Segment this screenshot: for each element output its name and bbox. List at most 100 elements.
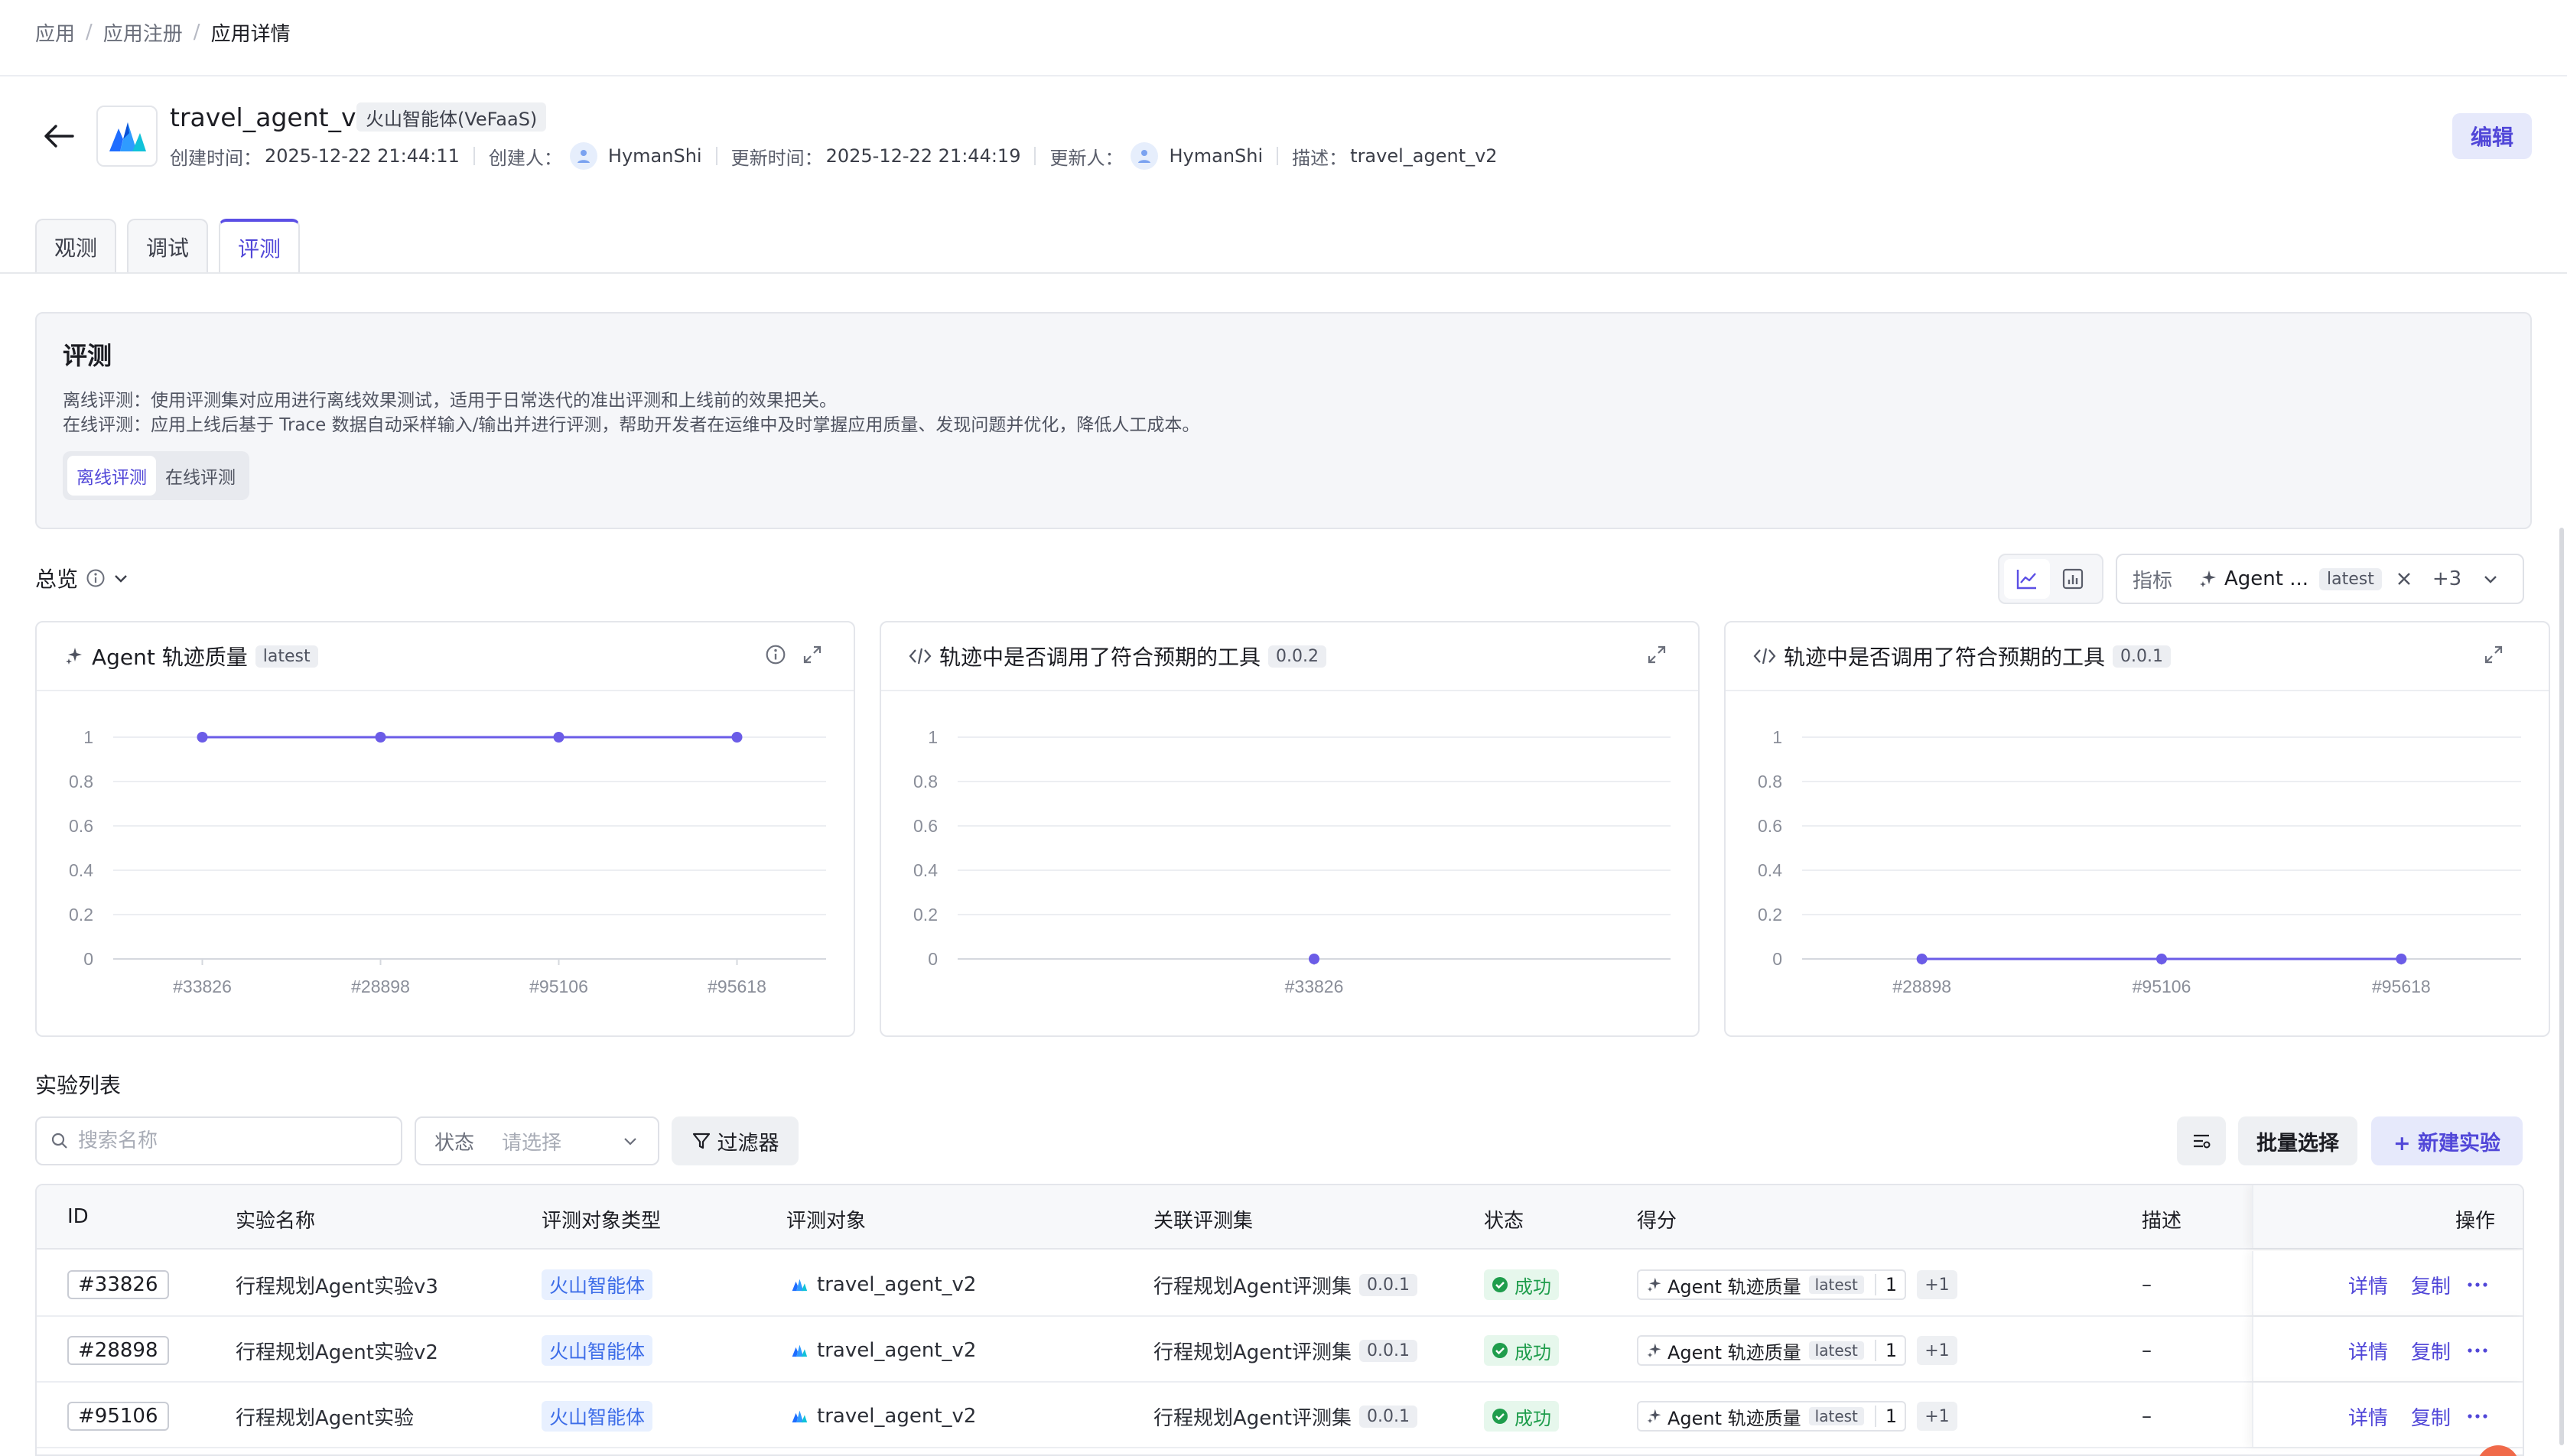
created-time: 2025-12-22 21:44:11 bbox=[265, 145, 460, 167]
status-select[interactable]: 状态 请选择 bbox=[415, 1116, 659, 1165]
experiment-id[interactable]: #95106 bbox=[67, 1402, 169, 1431]
tab-observe[interactable]: 观测 bbox=[35, 219, 116, 274]
score-more-tag[interactable]: +1 bbox=[1917, 1402, 1957, 1431]
target-name[interactable]: travel_agent_v2 bbox=[817, 1273, 976, 1296]
metric-select[interactable]: 指标 Agent ... latest +3 bbox=[2116, 554, 2524, 604]
chevron-down-icon bbox=[115, 575, 127, 583]
page-scrollbar[interactable] bbox=[2559, 528, 2564, 1445]
offline-eval-option[interactable]: 离线评测 bbox=[67, 456, 156, 496]
expand-icon[interactable] bbox=[802, 644, 823, 665]
user-icon bbox=[577, 150, 590, 163]
more-icon[interactable] bbox=[2466, 1413, 2489, 1419]
target-type-tag: 火山智能体 bbox=[542, 1269, 653, 1300]
x-tick-label: #95106 bbox=[2133, 977, 2191, 996]
check-circle-icon bbox=[1492, 1343, 1508, 1358]
table-row[interactable]: #28898 行程规划Agent实验v2 火山智能体 travel_agent_… bbox=[37, 1317, 2523, 1383]
check-circle-icon bbox=[1492, 1409, 1508, 1424]
chart-title: 轨迹中是否调用了符合预期的工具 bbox=[939, 645, 1261, 670]
volcano-logo-icon bbox=[792, 1410, 808, 1423]
score-more-tag[interactable]: +1 bbox=[1917, 1270, 1957, 1299]
copy-link[interactable]: 复制 bbox=[2411, 1402, 2451, 1431]
metric-more-count: +3 bbox=[2432, 567, 2462, 590]
chart-version-tag: 0.0.1 bbox=[2113, 645, 2171, 668]
check-circle-icon bbox=[1492, 1277, 1508, 1292]
volcano-logo-icon bbox=[792, 1279, 808, 1292]
column-header-dataset: 关联评测集 bbox=[1153, 1210, 1254, 1233]
score-value: 1 bbox=[1874, 1406, 1897, 1427]
more-icon[interactable] bbox=[2466, 1347, 2489, 1354]
copy-link[interactable]: 复制 bbox=[2411, 1271, 2451, 1299]
batch-select-button[interactable]: 批量选择 bbox=[2238, 1116, 2357, 1165]
column-header-description: 描述 bbox=[2142, 1210, 2182, 1233]
more-icon[interactable] bbox=[2466, 1282, 2489, 1288]
detail-link[interactable]: 详情 bbox=[2348, 1402, 2388, 1431]
score-metric-name: Agent 轨迹质量 bbox=[1667, 1407, 1801, 1429]
app-meta-row: 创建时间： 2025-12-22 21:44:11 创建人： HymanShi … bbox=[170, 141, 1498, 171]
expand-icon[interactable] bbox=[1646, 644, 1667, 665]
breadcrumb-item-registry[interactable]: 应用注册 bbox=[103, 18, 183, 47]
chart-version-tag: latest bbox=[255, 645, 318, 668]
expand-icon[interactable] bbox=[2483, 644, 2504, 665]
experiment-description: – bbox=[2142, 1405, 2152, 1428]
code-icon bbox=[909, 648, 932, 665]
updater-avatar bbox=[1131, 142, 1159, 170]
chevron-down-icon bbox=[2484, 576, 2497, 583]
edit-button[interactable]: 编辑 bbox=[2452, 113, 2532, 159]
experiment-id[interactable]: #28898 bbox=[67, 1336, 169, 1365]
data-point bbox=[2396, 954, 2407, 964]
target-name[interactable]: travel_agent_v2 bbox=[817, 1339, 976, 1362]
status-text: 成功 bbox=[1514, 1276, 1551, 1298]
eval-mode-switch: 离线评测 在线评测 bbox=[63, 451, 249, 500]
new-experiment-button[interactable]: + 新建实验 bbox=[2371, 1116, 2523, 1165]
overview-header[interactable]: 总览 bbox=[35, 563, 130, 593]
tab-debug[interactable]: 调试 bbox=[127, 219, 208, 274]
detail-link[interactable]: 详情 bbox=[2348, 1271, 2388, 1299]
operations-column-header: 操作 bbox=[2252, 1185, 2523, 1248]
online-eval-option[interactable]: 在线评测 bbox=[156, 456, 245, 496]
dataset-name[interactable]: 行程规划Agent评测集 bbox=[1153, 1402, 1352, 1431]
volcano-logo-icon bbox=[109, 122, 146, 151]
column-header-status: 状态 bbox=[1484, 1210, 1524, 1233]
updated-time-label: 更新时间： bbox=[730, 147, 823, 169]
dataset-name[interactable]: 行程规划Agent评测集 bbox=[1153, 1337, 1352, 1365]
bar-chart-view-button[interactable] bbox=[2050, 559, 2096, 599]
target-name[interactable]: travel_agent_v2 bbox=[817, 1405, 976, 1428]
target-type-tag: 火山智能体 bbox=[542, 1401, 653, 1432]
table-row[interactable]: #95106 行程规划Agent实验 火山智能体 travel_agent_v2… bbox=[37, 1383, 2523, 1448]
close-icon[interactable] bbox=[2394, 569, 2414, 589]
column-header-target-type: 评测对象类型 bbox=[542, 1210, 662, 1233]
dataset-name[interactable]: 行程规划Agent评测集 bbox=[1153, 1271, 1352, 1299]
status-badge: 成功 bbox=[1484, 1269, 1559, 1300]
back-button[interactable] bbox=[40, 119, 78, 153]
online-eval-description: 在线评测：应用上线后基于 Trace 数据自动采样输入/输出并进行评测，帮助开发… bbox=[63, 415, 1200, 435]
column-settings-button[interactable] bbox=[2177, 1116, 2226, 1165]
tab-evaluate[interactable]: 评测 bbox=[219, 219, 300, 274]
breadcrumb-item-apps[interactable]: 应用 bbox=[35, 18, 75, 47]
experiment-id[interactable]: #33826 bbox=[67, 1270, 169, 1299]
created-time-label: 创建时间： bbox=[170, 147, 262, 169]
chart-header: 轨迹中是否调用了符合预期的工具 0.0.2 bbox=[881, 622, 1698, 691]
operations-cell: 详情 复制 bbox=[2252, 1251, 2523, 1315]
info-icon[interactable] bbox=[765, 644, 786, 665]
filter-button[interactable]: 过滤器 bbox=[672, 1116, 799, 1165]
column-header-actions: 操作 bbox=[2455, 1210, 2495, 1233]
line-chart-view-button[interactable] bbox=[2004, 559, 2050, 599]
table-header: ID 实验名称 评测对象类型 评测对象 关联评测集 状态 得分 描述 操作 bbox=[37, 1185, 2523, 1250]
status-badge: 成功 bbox=[1484, 1335, 1559, 1366]
user-icon bbox=[1138, 150, 1151, 163]
target-type-tag: 火山智能体 bbox=[542, 1335, 653, 1366]
description-value: travel_agent_v2 bbox=[1350, 145, 1498, 167]
table-row[interactable]: #33826 行程规划Agent实验v3 火山智能体 travel_agent_… bbox=[37, 1251, 2523, 1317]
score-version-tag: latest bbox=[1808, 1407, 1864, 1425]
score-metric-name: Agent 轨迹质量 bbox=[1667, 1276, 1801, 1298]
score-more-tag[interactable]: +1 bbox=[1917, 1336, 1957, 1365]
x-tick-label: #95618 bbox=[2372, 977, 2431, 996]
copy-link[interactable]: 复制 bbox=[2411, 1337, 2451, 1365]
detail-link[interactable]: 详情 bbox=[2348, 1337, 2388, 1365]
filter-icon bbox=[692, 1133, 710, 1149]
y-tick-label: 0 bbox=[1772, 949, 1782, 969]
breadcrumb-separator: / bbox=[193, 21, 200, 44]
creator-label: 创建人： bbox=[488, 147, 562, 169]
search-input[interactable] bbox=[78, 1129, 369, 1152]
experiment-table: ID 实验名称 评测对象类型 评测对象 关联评测集 状态 得分 描述 操作 #3… bbox=[35, 1184, 2524, 1456]
